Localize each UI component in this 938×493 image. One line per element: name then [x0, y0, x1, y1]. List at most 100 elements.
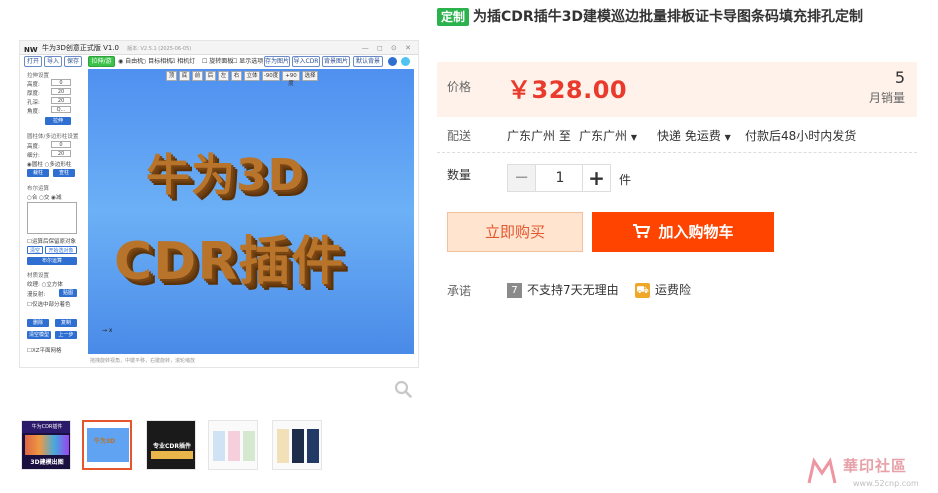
color-dot-cyan [401, 57, 410, 66]
save-button: 保存 [64, 56, 82, 67]
divider [437, 152, 917, 153]
radius-input: 0 [51, 141, 71, 148]
main-product-image[interactable]: NW 牛为3D创意正式版 V1.0 版本: V2.5.1 (2025-06-05… [19, 40, 419, 368]
watermark-logo-icon [807, 457, 837, 484]
view-button-9: 选择 [302, 71, 318, 81]
thumbnail-3[interactable]: 专业CDR插件 [146, 420, 196, 470]
extrude-section-title: 拉伸设置 [27, 73, 50, 79]
extrude-button: 拉伸 [45, 117, 71, 125]
color-dot-blue [388, 57, 397, 66]
zoom-magnifier-icon[interactable] [394, 380, 412, 398]
add-to-cart-button[interactable]: 加入购物车 [592, 212, 774, 252]
boolean-section-title: 布尔运算 [27, 186, 50, 192]
segments-label: 细分: [27, 153, 40, 159]
rotate-panel-checkbox: ☐ 旋转面板 [202, 58, 234, 65]
app-toolbar: 打开 导入 保存 拉伸/游标 ◉ 自由机 ○ 目标相机 ☑ 相机灯 ☐ 旋转面板… [20, 55, 418, 74]
buy-now-button[interactable]: 立即购买 [447, 212, 583, 252]
3d-viewport: 顶底前后左右立体 -90度 +90度 选择 牛为3D CDR插件 → x [88, 69, 414, 354]
shipping-from[interactable]: 广东广州 至 [507, 127, 571, 144]
keep-original-checkbox: ☐运算后保留原对象 [27, 239, 76, 245]
boolean-radios: ○合 ○交 ◉减 [27, 195, 62, 201]
product-title: 定制 为插CDR插牛3D建模巡边批量排板证卡导图条码填充排孔定制 [437, 6, 917, 28]
window-controls: — ◻ ⊙ ✕ [361, 44, 414, 52]
height-input: 0 [51, 79, 71, 86]
watermark: 華印社區 www.52cnp.com [805, 455, 935, 491]
view-button-0: 顶 [166, 71, 177, 81]
quantity-plus-button[interactable]: + [582, 165, 610, 191]
freight-insurance[interactable]: ⛟ 运费险 [635, 281, 691, 298]
promise-label: 承诺 [447, 284, 472, 298]
product-title-text: 为插CDR插牛3D建模巡边批量排板证卡导图条码填充排孔定制 [473, 9, 864, 25]
open-button: 打开 [24, 56, 42, 67]
reflect-label: 漫反射: [27, 292, 46, 298]
bg-image-button: 背景图片 [322, 56, 350, 67]
price-box: 价格 ￥328.00 5 月销量 [437, 62, 917, 117]
quantity-input[interactable]: 1 [536, 165, 584, 191]
apply-texture-button: 贴图 [59, 289, 77, 297]
material-section-title: 材质设置 [27, 273, 50, 279]
clear-button: 清空 [27, 246, 43, 254]
app-title-bar: NW 牛为3D创意正式版 V1.0 版本: V2.5.1 (2025-06-05… [20, 41, 418, 55]
no-7day-return[interactable]: 7 不支持7天无理由 [507, 281, 619, 298]
cut-button: 裁柱 [27, 169, 49, 177]
quantity-minus-button[interactable]: − [508, 165, 536, 191]
angle-select: Q... [51, 106, 71, 113]
view-button-5: 右 [231, 71, 242, 81]
view-button-8: +90度 [282, 71, 300, 87]
seven-day-icon: 7 [507, 283, 522, 298]
clear-model-button: 清空模型 [27, 331, 51, 339]
quantity-label: 数量 [447, 168, 472, 182]
view-button-4: 左 [218, 71, 229, 81]
watermark-url: www.52cnp.com [853, 479, 919, 488]
default-bg-button: 默认背景 [353, 56, 383, 67]
scene-text-line1: 牛为3D [146, 150, 306, 201]
price-value: ￥328.00 [507, 76, 628, 104]
save-image-button: 存为图片 [264, 56, 290, 67]
scene-text-line2: CDR插件 [114, 232, 345, 292]
app-status-bar: 拖拽旋转视角，中键平移，右键旋转，滚轮缩放 [90, 358, 196, 364]
view-button-2: 前 [192, 71, 203, 81]
thumbnail-2[interactable]: 牛为3D [82, 420, 132, 470]
texture-row: 纹理: ○立方体 [27, 282, 63, 288]
boolean-object-list [27, 202, 77, 234]
cylinder-section-title: 圆柱体/多边形柱设置 [27, 134, 79, 140]
thumbnail-2-label: 牛为3D [94, 438, 116, 445]
thumbnail-4[interactable] [208, 420, 258, 470]
extrude-mode-button: 拉伸/游标 [88, 56, 115, 74]
price-label: 价格 [447, 80, 472, 94]
thumbnail-3-label: 专业CDR插件 [152, 443, 191, 450]
cart-icon [633, 224, 651, 239]
shipping-label: 配送 [447, 129, 472, 143]
depth-input: 20 [51, 88, 71, 95]
grid-checkbox: ☐XZ平面网格 [27, 348, 62, 354]
shipping-row: 配送 广东广州 至 广东广州 ▼ 快递 免运费 ▼ 付款后48小时内发货 [447, 127, 856, 144]
shipping-to-select[interactable]: 广东广州 ▼ [579, 127, 637, 144]
delete-button: 删除 [27, 319, 49, 327]
chevron-down-icon: ▼ [724, 133, 731, 142]
radius-label: 高度: [27, 144, 40, 150]
shipping-method-select[interactable]: 快递 免运费 ▼ [657, 127, 731, 144]
height-label: 高度: [27, 82, 40, 88]
copy-button: 复制 [55, 319, 77, 327]
app-side-panel: 拉伸设置 高度: 0 厚度: 20 孔深: 20 角度: Q... 拉伸 圆柱体… [25, 69, 80, 365]
depth-label: 厚度: [27, 91, 40, 97]
axis-gizmo: → x [102, 327, 113, 334]
custom-tag-badge: 定制 [437, 8, 470, 26]
segments-input: 20 [51, 150, 71, 157]
add-to-cart-label: 加入购物车 [658, 223, 734, 241]
orbit-camera-radio: ○ 目标相机 [141, 58, 173, 65]
chevron-down-icon: ▼ [630, 133, 637, 142]
free-mode-radio: ◉ 自由机 [118, 58, 144, 65]
relative-light-checkbox: ☑ 相机灯 [170, 58, 196, 65]
thumbnail-1-label: 3D建模出图 [30, 459, 64, 466]
angle-label: 角度: [27, 109, 40, 115]
quantity-stepper: − 1 + [507, 164, 611, 192]
boolean-run-button: 布尔运算 [27, 257, 77, 265]
watermark-text: 華印社區 [843, 457, 908, 475]
promise-row: 承诺 7 不支持7天无理由 ⛟ 运费险 [447, 282, 691, 299]
shipping-note: 付款后48小时内发货 [745, 129, 857, 143]
pick-object-button: 开始选对象 [45, 246, 77, 254]
thumbnail-1[interactable]: 牛为CDR插件 3D建模出图 [21, 420, 71, 470]
app-version: 版本: V2.5.1 (2025-06-05) [127, 46, 192, 52]
thumbnail-5[interactable] [272, 420, 322, 470]
